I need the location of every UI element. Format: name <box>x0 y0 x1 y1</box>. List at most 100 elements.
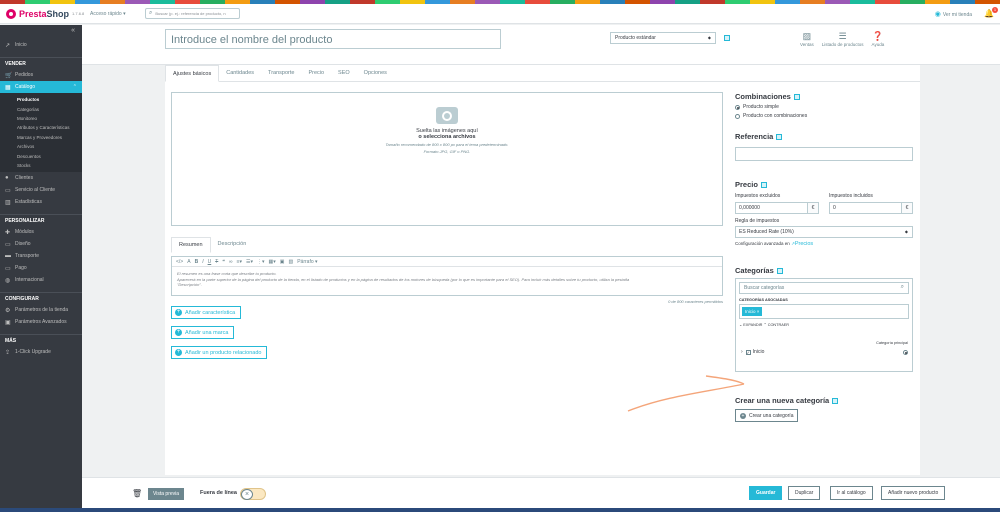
price-incl-input[interactable]: 0 <box>829 202 902 214</box>
catalog-submenu-item[interactable]: Productos <box>17 95 82 104</box>
link-icon[interactable]: ∞ <box>229 259 233 265</box>
blockquote-icon[interactable]: ❝ <box>222 259 225 265</box>
collapse-button[interactable]: ⌃ CONTRAER <box>763 323 789 327</box>
help-icon[interactable] <box>832 398 839 405</box>
sidebar-item-parametros-avanzados[interactable]: ▣ Parámetros Avanzados <box>0 316 82 328</box>
sidebar-item-pedidos[interactable]: 🛒 Pedidos <box>0 69 82 81</box>
align-icon[interactable]: ≡▾ <box>237 259 242 265</box>
text-color-icon[interactable]: A <box>187 259 190 265</box>
main-category-radio[interactable] <box>903 350 908 355</box>
trash-icon[interactable]: 🗑 <box>132 489 142 498</box>
tab-ajustes-basicos[interactable]: Ajustes básicos <box>165 65 220 82</box>
price-title: Precio <box>735 180 913 189</box>
desktop-icon: ▭ <box>5 241 11 248</box>
help-icon[interactable] <box>793 94 800 101</box>
save-button[interactable]: Guardar <box>749 486 783 500</box>
quick-access-menu[interactable]: Acceso rápido ▾ <box>90 11 145 17</box>
help-icon[interactable] <box>724 35 730 41</box>
help-icon[interactable] <box>776 134 783 141</box>
sidebar-item-internacional[interactable]: ◍ Internacional <box>0 274 82 286</box>
tab-opciones[interactable]: Opciones <box>357 65 394 82</box>
italic-icon[interactable]: I <box>202 259 203 265</box>
sidebar-item-inicio[interactable]: ↗ Inicio <box>0 39 82 51</box>
catalog-submenu-item[interactable]: Categorías <box>17 104 82 113</box>
ventas-button[interactable]: ▨ Ventas <box>800 31 814 47</box>
sidebar-item-parametros-tienda[interactable]: ⚙ Parámetros de la tienda <box>0 304 82 316</box>
create-category-button[interactable]: + Crear una categoría <box>735 409 799 422</box>
view-store-link[interactable]: ◉ Ver mi tienda <box>935 10 972 18</box>
precios-link[interactable]: Precios <box>795 241 813 247</box>
catalog-submenu-item[interactable]: Stocks <box>17 161 82 170</box>
chat-icon: ▭ <box>5 187 11 194</box>
tab-cantidades[interactable]: Cantidades <box>219 65 261 82</box>
sidebar-item-modulos[interactable]: ✚ Módulos <box>0 226 82 238</box>
combinations-product-radio[interactable]: Producto con combinaciones <box>735 113 913 119</box>
catalog-submenu-item[interactable]: Monitoreo <box>17 114 82 123</box>
sidebar-item-estadisticas[interactable]: ▥ Estadísticas <box>0 196 82 208</box>
prestashop-logo[interactable]: PrestaShop 1.7.6.8 <box>6 8 86 19</box>
source-code-icon[interactable]: </> <box>176 259 183 265</box>
help-icon[interactable] <box>760 182 767 189</box>
add-related-product-button[interactable]: + Añadir un producto relacionado <box>171 346 268 359</box>
header-search-input[interactable]: ⌕ Buscar (p. ej.: referencia de producto,… <box>145 8 240 19</box>
sidebar-item-transporte[interactable]: ▬ Transporte <box>0 250 82 262</box>
product-name-input[interactable]: Introduce el nombre del producto <box>165 29 501 49</box>
add-brand-button[interactable]: + Añadir una marca <box>171 326 235 339</box>
sidebar-item-pago[interactable]: ▭ Pago <box>0 262 82 274</box>
underline-icon[interactable]: U <box>208 259 212 265</box>
sidebar-item-clientes[interactable]: ● Clientes <box>0 172 82 184</box>
remove-tag-icon[interactable]: × <box>757 309 760 314</box>
tab-descripcion[interactable]: Descripción <box>211 237 254 253</box>
duplicate-button[interactable]: Duplicar <box>788 486 821 500</box>
sidebar-item-1-click-upgrade[interactable]: ⇪ 1-Click Upgrade <box>0 346 82 358</box>
expand-button[interactable]: ⌄ EXPANDIR <box>739 323 762 327</box>
tab-transporte[interactable]: Transporte <box>261 65 301 82</box>
add-feature-button[interactable]: + Añadir característica <box>171 306 242 319</box>
paragraph-format-select[interactable]: Párrafo ▾ <box>297 259 317 265</box>
radio-icon <box>735 113 740 119</box>
table-icon[interactable]: ▦▾ <box>269 259 276 265</box>
notifications-button[interactable]: 🔔 1 <box>984 7 998 18</box>
help-button[interactable]: ❓ Ayuda <box>872 31 885 47</box>
go-to-catalog-button[interactable]: Ir al catálogo <box>830 486 873 500</box>
category-search-input[interactable]: Buscar categorías ⌕ <box>739 282 909 294</box>
catalog-submenu-item[interactable]: Marcas y Proveedores <box>17 133 82 142</box>
catalog-submenu-item[interactable]: Atributos y Características <box>17 123 82 132</box>
tab-seo[interactable]: SEO <box>331 65 357 82</box>
preview-button[interactable]: Vista previa <box>148 488 185 500</box>
price-excl-input[interactable]: 0,000000 <box>735 202 808 214</box>
summary-editor[interactable]: </> A B I U T ❝ ∞ ≡▾ ☰▾ ⋮▾ ▦▾ ▣ ▧ Párraf… <box>171 256 723 296</box>
bullet-list-icon[interactable]: ☰▾ <box>246 259 253 265</box>
tab-resumen[interactable]: Resumen <box>171 237 211 253</box>
bold-icon[interactable]: B <box>195 259 199 265</box>
catalog-submenu-item[interactable]: Descuentos <box>17 151 82 160</box>
catalog-submenu-item[interactable]: Archivos <box>17 142 82 151</box>
online-toggle[interactable]: × <box>240 488 266 500</box>
bar-chart-icon: ▥ <box>5 199 11 206</box>
reference-input[interactable] <box>735 147 913 161</box>
globe-icon: ◍ <box>5 277 11 284</box>
strikethrough-icon[interactable]: T <box>215 259 218 265</box>
help-icon[interactable] <box>776 268 783 275</box>
select-files-link[interactable]: o selecciona archivos <box>172 134 722 140</box>
associated-categories-field[interactable]: Inicio × <box>739 304 909 319</box>
simple-product-radio[interactable]: Producto simple <box>735 104 913 110</box>
numbered-list-icon[interactable]: ⋮▾ <box>257 259 265 265</box>
product-list-button[interactable]: ☰ Listado de productos <box>822 31 864 47</box>
sidebar-item-diseno[interactable]: ▭ Diseño <box>0 238 82 250</box>
image-dropzone[interactable]: Suelta las imágenes aquí o selecciona ar… <box>171 92 723 226</box>
category-tree-item[interactable]: › ✓ Inicio <box>741 349 764 355</box>
add-new-product-button[interactable]: Añadir nuevo producto <box>881 486 946 500</box>
tax-rule-select[interactable]: ES Reduced Rate (10%) <box>735 226 913 238</box>
product-type-select[interactable]: Producto estándar <box>610 32 716 44</box>
media-icon[interactable]: ▣ <box>280 259 285 265</box>
sidebar-section-mas: MÁS <box>0 334 82 346</box>
sidebar-item-servicio[interactable]: ▭ Servicio al Cliente <box>0 184 82 196</box>
collapse-sidebar-icon[interactable]: « <box>71 27 75 34</box>
tab-precio[interactable]: Precio <box>301 65 331 82</box>
checkbox-checked-icon[interactable]: ✓ <box>745 349 751 355</box>
sidebar-item-catalogo[interactable]: ▦ Catálogo ⌃ <box>0 81 82 93</box>
image-icon[interactable]: ▧ <box>288 259 293 265</box>
category-tag[interactable]: Inicio × <box>742 307 763 316</box>
chevron-right-icon[interactable]: › <box>741 349 743 355</box>
